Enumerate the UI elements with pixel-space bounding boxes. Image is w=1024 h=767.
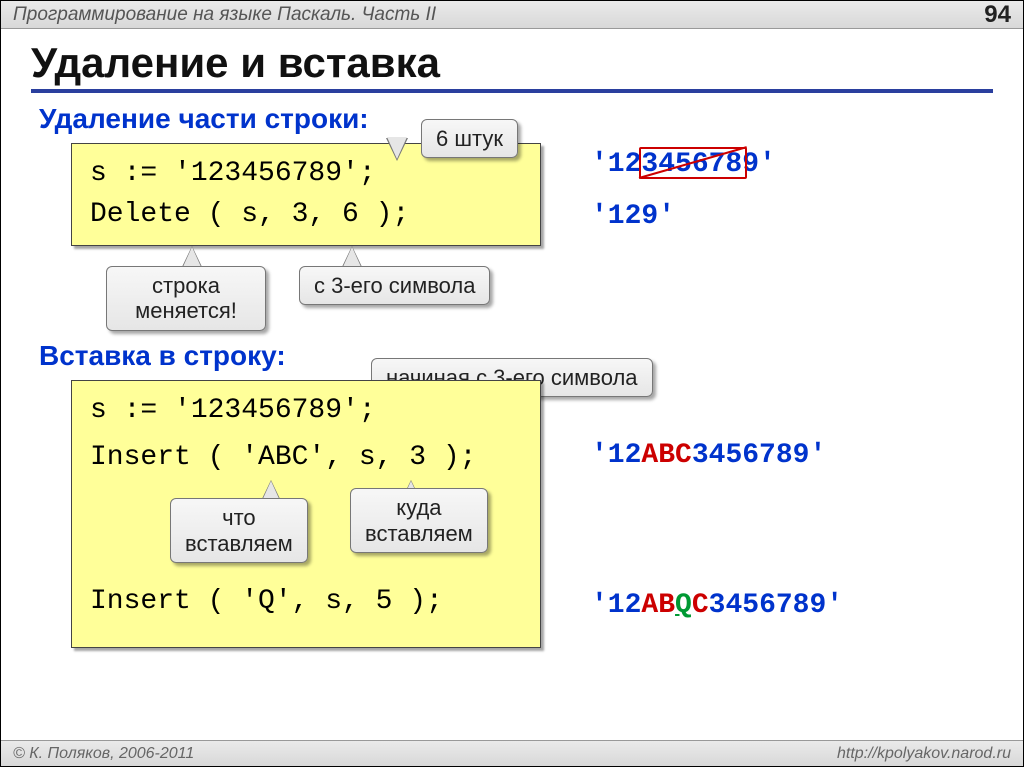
- title-underline: [31, 89, 993, 93]
- delete-out-before-mid: 345678: [641, 149, 742, 180]
- slide-title: Удаление и вставка: [1, 29, 1023, 89]
- slide: Программирование на языке Паскаль. Часть…: [0, 0, 1024, 767]
- content-area: Удаление части строки: s := '123456789';…: [1, 103, 1023, 648]
- insert-out2-e: 3456789': [709, 590, 843, 621]
- insert-out2-c: Q: [675, 590, 692, 621]
- insert-code-line1: s := '123456789';: [90, 391, 522, 432]
- callout-count-pointer: [387, 137, 407, 159]
- insert-out2-a: '12: [591, 590, 641, 621]
- insert-out1-b: ABC: [641, 440, 691, 471]
- footer-left: © К. Поляков, 2006-2011: [13, 745, 194, 763]
- footer-right: http://kpolyakov.narod.ru: [837, 745, 1011, 763]
- page-number: 94: [984, 1, 1011, 29]
- insert-output-2: '12ABQC3456789': [591, 590, 843, 621]
- insert-code-line2: Insert ( 'ABC', s, 3 );: [90, 438, 522, 479]
- insert-code-box: s := '123456789'; Insert ( 'ABC', s, 3 )…: [71, 380, 541, 648]
- callout-where: куда вставляем: [350, 488, 488, 553]
- delete-code-box: s := '123456789'; Delete ( s, 3, 6 );: [71, 143, 541, 246]
- insert-out1-c: 3456789': [692, 440, 826, 471]
- header-bar: Программирование на языке Паскаль. Часть…: [1, 1, 1023, 29]
- delete-out-before-b: 9': [742, 149, 776, 180]
- footer-bar: © К. Поляков, 2006-2011 http://kpolyakov…: [1, 740, 1023, 766]
- callout-what: что вставляем: [170, 498, 308, 563]
- insert-out1-a: '12: [591, 440, 641, 471]
- insert-out2-b: AB: [641, 590, 675, 621]
- delete-output-before: '123456789': [591, 149, 776, 180]
- delete-code-line1: s := '123456789';: [90, 154, 522, 195]
- delete-code-line2: Delete ( s, 3, 6 );: [90, 195, 522, 236]
- callout-changes: строка меняется!: [106, 266, 266, 331]
- header-title: Программирование на языке Паскаль. Часть…: [13, 4, 436, 26]
- insert-output-1: '12ABC3456789': [591, 440, 826, 471]
- callout-count: 6 штук: [421, 119, 518, 158]
- delete-output-after: '129': [591, 201, 675, 232]
- delete-out-before-a: '12: [591, 149, 641, 180]
- callout-from: с 3-его символа: [299, 266, 490, 305]
- insert-code-line3: Insert ( 'Q', s, 5 );: [90, 582, 522, 623]
- insert-out2-d: C: [692, 590, 709, 621]
